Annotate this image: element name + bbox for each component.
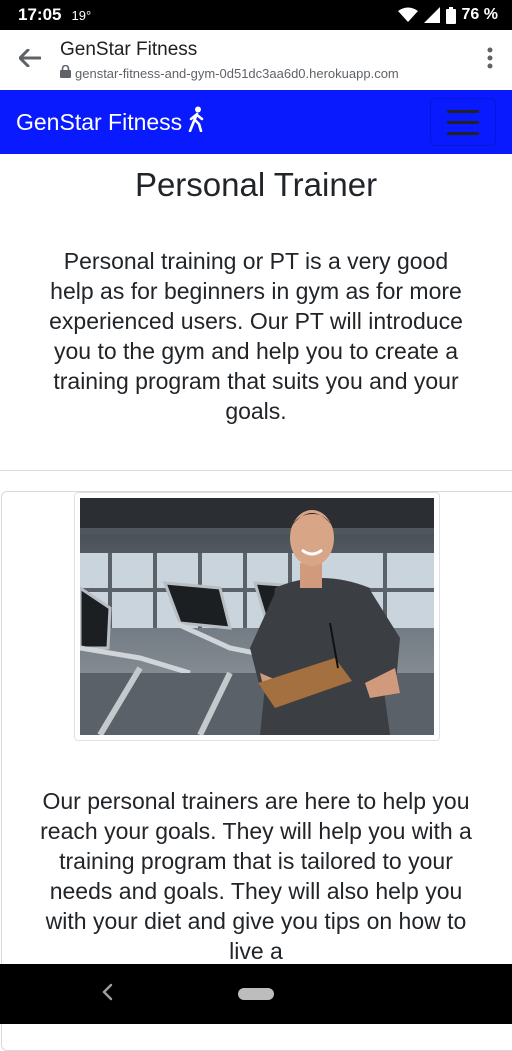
arrow-left-icon: [18, 48, 42, 72]
browser-url-text: genstar-fitness-and-gym-0d51dc3aa6d0.her…: [75, 65, 399, 81]
trainer-description: Our personal trainers are here to help y…: [40, 788, 472, 964]
hamburger-icon-line: [447, 109, 479, 113]
browser-page-title: GenStar Fitness: [60, 39, 198, 60]
site-navbar: GenStar Fitness: [0, 90, 512, 154]
page-title: Personal Trainer: [134, 166, 378, 203]
browser-toolbar: GenStar Fitness genstar-fitness-and-gym-…: [0, 30, 512, 90]
intro-paragraph: Personal training or PT is a very good h…: [49, 248, 463, 424]
section-divider: [0, 470, 512, 471]
browser-url[interactable]: genstar-fitness-and-gym-0d51dc3aa6d0.her…: [60, 64, 468, 81]
browser-titles: GenStar Fitness genstar-fitness-and-gym-…: [60, 39, 468, 81]
hamburger-icon-line: [447, 131, 479, 135]
status-time: 17:05: [18, 5, 62, 24]
status-bar: 17:05 19° 76 %: [0, 0, 512, 30]
battery-icon: [445, 6, 456, 24]
trainer-photo: [74, 492, 440, 741]
lock-icon: [60, 64, 71, 81]
more-vert-icon: [487, 47, 493, 74]
battery-level: 76 %: [461, 6, 498, 23]
status-temperature: 19°: [71, 7, 92, 23]
site-brand[interactable]: GenStar Fitness: [16, 106, 206, 138]
back-button[interactable]: [0, 30, 60, 90]
browser-menu-button[interactable]: [468, 30, 512, 90]
system-navigation-bar: [0, 964, 512, 1024]
navbar-toggler-button[interactable]: [430, 98, 496, 146]
brand-text: GenStar Fitness: [16, 108, 183, 135]
system-home-pill[interactable]: [238, 988, 274, 1000]
wifi-icon: [397, 7, 418, 23]
person-walking-icon: [188, 106, 206, 138]
status-indicators: 76 %: [397, 6, 498, 24]
hamburger-icon-line: [447, 120, 479, 124]
system-back-button[interactable]: [100, 982, 114, 1007]
signal-icon: [423, 7, 440, 23]
